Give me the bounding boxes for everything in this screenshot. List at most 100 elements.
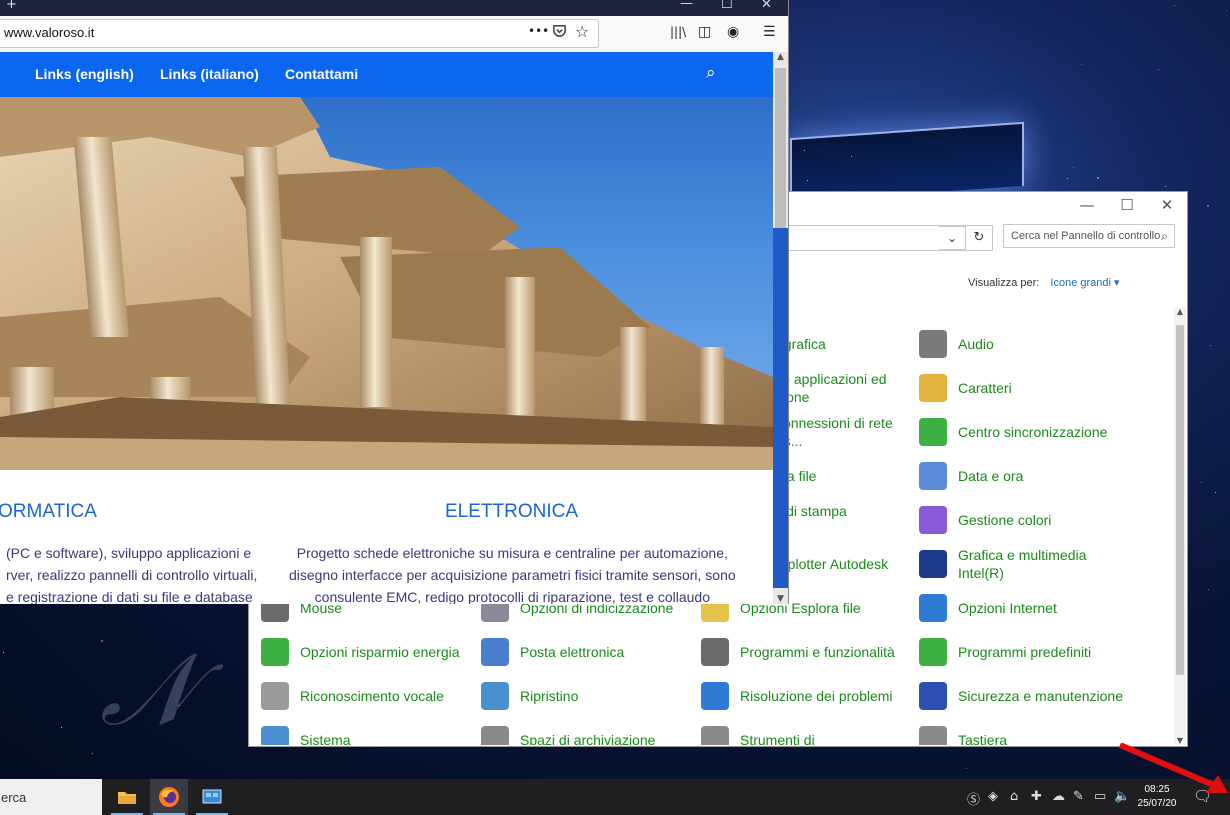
hamburger-menu-icon[interactable]: ☰ [763,24,776,40]
cp-item-clock[interactable]: Data e ora [919,456,1023,496]
menu-links-english[interactable]: Links (english) [35,66,134,82]
cp-scroll-up-icon[interactable]: ▲ [1174,307,1186,316]
taskbar-search-box[interactable]: erca [0,779,102,815]
cp-item-label: Programmi predefiniti [958,643,1091,661]
cp-address-dropdown-icon[interactable]: ⌄ [939,226,965,250]
cp-item-programs[interactable]: Programmi e funzionalità [701,632,895,672]
taskbar: erca Ⓢ ◈ ⌂ ✚ ☁ ✎ ▭ 🔈 08:25 25/07/20 🗨 [0,779,1230,815]
speaker-icon [919,330,947,358]
cp-scrollbar[interactable]: ▲ ▼ [1174,307,1186,745]
cp-item-power[interactable]: Opzioni risparmio energia [261,632,460,672]
internet-icon [919,594,947,622]
firefox-minimize-icon[interactable]: — [680,0,693,11]
page-scroll-thumb[interactable] [775,68,786,228]
default-programs-icon [919,638,947,666]
library-icon[interactable]: |||\ [670,25,686,39]
page-scroll-up-icon[interactable]: ▲ [773,52,788,62]
bookmark-star-icon[interactable]: ☆ [575,22,589,41]
section-title-elettronica: ELETTRONICA [445,501,579,522]
page-actions-icon[interactable]: ••• [528,24,549,38]
text-line: disegno interfacce per acquisizione para… [289,567,736,583]
cp-item-flag[interactable]: Sicurezza e manutenzione [919,676,1123,716]
site-menu-bar: Links (english) Links (italiano) Contatt… [0,52,773,97]
cp-item-tools[interactable]: Strumenti di [701,720,815,745]
taskbar-search-text: erca [1,789,27,805]
cp-item-label-line: Programmi e funzionalità [740,644,895,660]
security-tray-icon[interactable]: ✚ [1031,789,1042,804]
skype-tray-icon[interactable]: Ⓢ [967,789,980,808]
text-line: e registrazione di dati su file e databa… [6,589,253,604]
fonts-icon [919,374,947,402]
wallpaper-star [1073,167,1074,168]
webpage-content: Links (english) Links (italiano) Contatt… [0,52,773,604]
cp-minimize-button[interactable]: — [1067,192,1107,218]
firefox-close-icon[interactable]: ✕ [761,0,772,12]
cp-item-label-line: connessioni di rete [776,415,893,431]
usb-tray-icon[interactable]: ⌂ [1010,789,1018,804]
section-text-elettronica: Progetto schede elettroniche su misura e… [289,542,736,604]
account-icon[interactable]: ◉ [727,24,739,40]
cp-item-speaker[interactable]: Audio [919,324,994,364]
new-tab-icon[interactable]: + [6,0,17,12]
cp-item-mail[interactable]: Posta elettronica [481,632,624,672]
cp-item-color[interactable]: Gestione colori [919,500,1051,540]
url-text[interactable]: www.valoroso.it [4,25,94,40]
firefox-page-scrollbar[interactable]: ▲ ▼ [773,52,788,604]
cp-item-label-line: Sicurezza e manutenzione [958,688,1123,704]
cp-item-label: Caratteri [958,379,1012,397]
file-explorer-taskbar-icon[interactable] [108,779,146,815]
power-icon [261,638,289,666]
menu-links-italiano[interactable]: Links (italiano) [160,66,259,82]
cp-item-label: connessioni di rete ris... [776,414,893,450]
firefox-taskbar-icon[interactable] [150,779,188,815]
cp-item-recovery[interactable]: Ripristino [481,676,578,716]
section-title-informatica: ORMATICA [0,501,97,522]
page-scroll-down-icon[interactable]: ▼ [773,594,788,604]
color-icon [919,506,947,534]
cp-item-label-line: Centro sincronizzazione [958,424,1108,440]
cp-item-default-programs[interactable]: Programmi predefiniti [919,632,1091,672]
control-panel-taskbar-icon[interactable] [193,779,231,815]
cp-item-intel-graphics[interactable]: Grafica e multimedia Intel(R) [919,544,1086,584]
onedrive-tray-icon[interactable]: ☁ [1052,789,1065,804]
cp-item-microphone[interactable]: Riconoscimento vocale [261,676,444,716]
cp-item-sync[interactable]: Centro sincronizzazione [919,412,1107,452]
cp-item-storage[interactable]: Spazi di archiviazione [481,720,655,745]
cp-item-label: lle applicazioni ed zione [776,370,887,406]
firefox-maximize-icon[interactable]: ☐ [721,0,733,12]
troubleshoot-icon [701,682,729,710]
cp-item-label-line: zione [776,389,810,405]
menu-contattami[interactable]: Contattami [285,66,358,82]
cp-item-troubleshoot[interactable]: Risoluzione dei problemi [701,676,893,716]
cp-maximize-button[interactable]: ☐ [1107,192,1147,218]
cp-item-label-line: Audio [958,336,994,352]
wallpaper-star [1201,482,1202,483]
shield-tray-icon[interactable]: ◈ [988,789,998,804]
text-line: (PC e software), sviluppo applicazioni e [6,545,252,561]
cp-item-keyboard[interactable]: Tastiera [919,720,1007,745]
system-icon [261,726,289,745]
url-bar[interactable]: www.valoroso.it ••• ☆ [0,19,599,48]
cp-item-label: Risoluzione dei problemi [740,687,893,705]
cp-search-input[interactable]: Cerca nel Pannello di controllo ⌕ [1003,224,1175,248]
cp-scroll-thumb[interactable] [1176,325,1184,675]
app-tray-icon[interactable]: ✎ [1073,789,1084,804]
pocket-icon[interactable] [552,23,567,42]
wallpaper-star [61,727,62,728]
site-search-icon[interactable]: ⌕ [706,63,716,83]
cp-item-internet[interactable]: Opzioni Internet [919,588,1057,628]
cp-item-system[interactable]: Sistema [261,720,351,745]
cp-view-by-select[interactable]: Icone grandi ▾ [1050,277,1119,289]
sidebar-icon[interactable]: ◫ [698,24,711,40]
wallpaper-star [1097,177,1099,179]
cp-close-button[interactable]: ✕ [1147,192,1187,218]
network-tray-icon[interactable]: ▭ [1094,789,1106,804]
cp-item-fonts[interactable]: Caratteri [919,368,1012,408]
cp-item-label-line: Intel(R) [958,565,1004,581]
keyboard-icon [919,726,947,745]
cp-view-by-label: Visualizza per: [968,277,1040,289]
cp-refresh-icon[interactable]: ↻ [965,225,993,251]
wallpaper-star [101,640,103,642]
cp-item-label: Centro sincronizzazione [958,423,1107,441]
wallpaper-star [1207,205,1209,207]
